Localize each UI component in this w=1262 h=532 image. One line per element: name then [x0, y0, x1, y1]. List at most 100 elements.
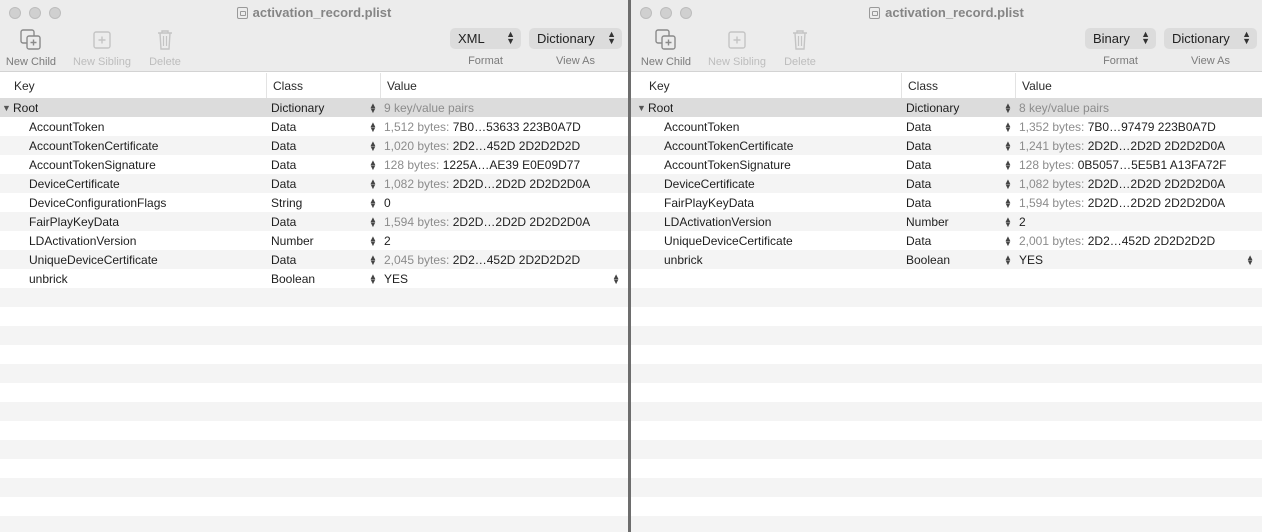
class-stepper-icon[interactable]: ▲ ▼	[369, 234, 377, 247]
column-key-header[interactable]: Key	[631, 73, 902, 98]
table-row[interactable]: AccountToken Data ▲ ▼ 1,512 bytes: 7B0…53…	[0, 117, 628, 136]
root-row[interactable]: ▼ Root Dictionary ▲ ▼ 9 key/value pairs	[0, 98, 628, 117]
class-stepper-icon[interactable]: ▲ ▼	[1004, 253, 1012, 266]
row-class[interactable]: String	[271, 196, 302, 210]
row-value[interactable]: 2D2…452D 2D2D2D2D	[453, 253, 580, 267]
row-class[interactable]: Data	[906, 234, 931, 248]
table-row[interactable]: AccountTokenSignature Data ▲ ▼ 128 bytes:…	[631, 155, 1262, 174]
row-key[interactable]: AccountTokenSignature	[0, 158, 156, 172]
class-stepper-icon[interactable]: ▲ ▼	[369, 120, 377, 133]
row-value[interactable]: 0B5057…5E5B1 A13FA72F	[1078, 158, 1227, 172]
class-stepper-icon[interactable]: ▲ ▼	[369, 139, 377, 152]
new-sibling-button[interactable]: New Sibling	[70, 27, 134, 68]
row-key[interactable]: AccountToken	[631, 120, 739, 134]
view-as-popup[interactable]: Dictionary ▲ ▼	[1164, 28, 1257, 49]
row-key[interactable]: UniqueDeviceCertificate	[0, 253, 158, 267]
row-value[interactable]: 2D2…452D 2D2D2D2D	[1088, 234, 1215, 248]
class-stepper-icon[interactable]: ▲ ▼	[1004, 215, 1012, 228]
new-child-button[interactable]: New Child	[634, 27, 698, 68]
row-class[interactable]: Data	[906, 158, 931, 172]
new-sibling-button[interactable]: New Sibling	[705, 27, 769, 68]
table-row[interactable]: UniqueDeviceCertificate Data ▲ ▼ 2,001 by…	[631, 231, 1262, 250]
column-class-header[interactable]: Class	[902, 73, 1016, 98]
row-class[interactable]: Data	[271, 177, 296, 191]
row-class[interactable]: Number	[271, 234, 314, 248]
disclosure-triangle-icon[interactable]: ▼	[635, 103, 648, 113]
row-class[interactable]: Boolean	[906, 253, 950, 267]
table-row[interactable]: LDActivationVersion Number ▲ ▼ 2	[0, 231, 628, 250]
row-class[interactable]: Data	[271, 120, 296, 134]
table-row[interactable]: unbrick Boolean ▲ ▼ YES ▲ ▼	[631, 250, 1262, 269]
row-value[interactable]: 2D2…452D 2D2D2D2D	[453, 139, 580, 153]
class-stepper-icon[interactable]: ▲ ▼	[1004, 196, 1012, 209]
class-stepper-icon[interactable]: ▲ ▼	[369, 196, 377, 209]
class-stepper-icon[interactable]: ▲ ▼	[369, 177, 377, 190]
disclosure-triangle-icon[interactable]: ▼	[0, 103, 13, 113]
class-stepper-icon[interactable]: ▲ ▼	[369, 158, 377, 171]
class-stepper-icon[interactable]: ▲ ▼	[369, 101, 377, 114]
table-row[interactable]: FairPlayKeyData Data ▲ ▼ 1,594 bytes: 2D2…	[631, 193, 1262, 212]
column-class-header[interactable]: Class	[267, 73, 381, 98]
row-value[interactable]: 2	[384, 234, 391, 248]
table-row[interactable]: AccountTokenSignature Data ▲ ▼ 128 bytes:…	[0, 155, 628, 174]
row-key[interactable]: DeviceCertificate	[631, 177, 755, 191]
row-key[interactable]: LDActivationVersion	[631, 215, 771, 229]
row-class[interactable]: Data	[271, 215, 296, 229]
row-class[interactable]: Boolean	[271, 272, 315, 286]
row-value[interactable]: 7B0…97479 223B0A7D	[1088, 120, 1216, 134]
table-row[interactable]: DeviceConfigurationFlags String ▲ ▼ 0	[0, 193, 628, 212]
delete-button[interactable]: Delete	[133, 27, 197, 68]
table-row[interactable]: LDActivationVersion Number ▲ ▼ 2	[631, 212, 1262, 231]
class-stepper-icon[interactable]: ▲ ▼	[1004, 139, 1012, 152]
row-value[interactable]: 2	[1019, 215, 1026, 229]
table-row[interactable]: AccountTokenCertificate Data ▲ ▼ 1,241 by…	[631, 136, 1262, 155]
row-key[interactable]: DeviceCertificate	[0, 177, 120, 191]
row-value[interactable]: 0	[384, 196, 391, 210]
format-popup[interactable]: Binary ▲ ▼	[1085, 28, 1156, 49]
row-key[interactable]: unbrick	[0, 272, 68, 286]
row-class[interactable]: Data	[271, 139, 296, 153]
root-row[interactable]: ▼ Root Dictionary ▲ ▼ 8 key/value pairs	[631, 98, 1262, 117]
column-value-header[interactable]: Value	[1016, 73, 1262, 98]
class-stepper-icon[interactable]: ▲ ▼	[1004, 177, 1012, 190]
table-row[interactable]: FairPlayKeyData Data ▲ ▼ 1,594 bytes: 2D2…	[0, 212, 628, 231]
row-key[interactable]: AccountToken	[0, 120, 104, 134]
row-value[interactable]: 2D2D…2D2D 2D2D2D0A	[1088, 177, 1225, 191]
column-value-header[interactable]: Value	[381, 73, 628, 98]
table-row[interactable]: AccountToken Data ▲ ▼ 1,352 bytes: 7B0…97…	[631, 117, 1262, 136]
delete-button[interactable]: Delete	[768, 27, 832, 68]
value-stepper-icon[interactable]: ▲ ▼	[612, 272, 620, 285]
row-value[interactable]: 1225A…AE39 E0E09D77	[443, 158, 580, 172]
table-row[interactable]: DeviceCertificate Data ▲ ▼ 1,082 bytes: 2…	[631, 174, 1262, 193]
row-class[interactable]: Data	[271, 158, 296, 172]
row-key[interactable]: FairPlayKeyData	[631, 196, 754, 210]
row-class[interactable]: Number	[906, 215, 949, 229]
class-stepper-icon[interactable]: ▲ ▼	[369, 215, 377, 228]
new-child-button[interactable]: New Child	[0, 27, 63, 68]
value-stepper-icon[interactable]: ▲ ▼	[1246, 253, 1254, 266]
row-key[interactable]: UniqueDeviceCertificate	[631, 234, 793, 248]
row-value[interactable]: YES	[384, 272, 408, 286]
row-class[interactable]: Data	[906, 196, 931, 210]
row-key[interactable]: FairPlayKeyData	[0, 215, 119, 229]
row-key[interactable]: AccountTokenCertificate	[0, 139, 158, 153]
row-key[interactable]: unbrick	[631, 253, 703, 267]
class-stepper-icon[interactable]: ▲ ▼	[1004, 101, 1012, 114]
row-class[interactable]: Data	[271, 253, 296, 267]
row-value[interactable]: YES	[1019, 253, 1043, 267]
table-row[interactable]: UniqueDeviceCertificate Data ▲ ▼ 2,045 by…	[0, 250, 628, 269]
row-class[interactable]: Data	[906, 139, 931, 153]
row-value[interactable]: 2D2D…2D2D 2D2D2D0A	[453, 177, 590, 191]
row-value[interactable]: 2D2D…2D2D 2D2D2D0A	[1088, 196, 1225, 210]
table-row[interactable]: unbrick Boolean ▲ ▼ YES ▲ ▼	[0, 269, 628, 288]
class-stepper-icon[interactable]: ▲ ▼	[369, 253, 377, 266]
row-value[interactable]: 2D2D…2D2D 2D2D2D0A	[453, 215, 590, 229]
table-row[interactable]: AccountTokenCertificate Data ▲ ▼ 1,020 by…	[0, 136, 628, 155]
row-value[interactable]: 7B0…53633 223B0A7D	[453, 120, 581, 134]
class-stepper-icon[interactable]: ▲ ▼	[369, 272, 377, 285]
row-key[interactable]: DeviceConfigurationFlags	[0, 196, 166, 210]
class-stepper-icon[interactable]: ▲ ▼	[1004, 120, 1012, 133]
format-popup[interactable]: XML ▲ ▼	[450, 28, 521, 49]
row-class[interactable]: Data	[906, 177, 931, 191]
view-as-popup[interactable]: Dictionary ▲ ▼	[529, 28, 622, 49]
